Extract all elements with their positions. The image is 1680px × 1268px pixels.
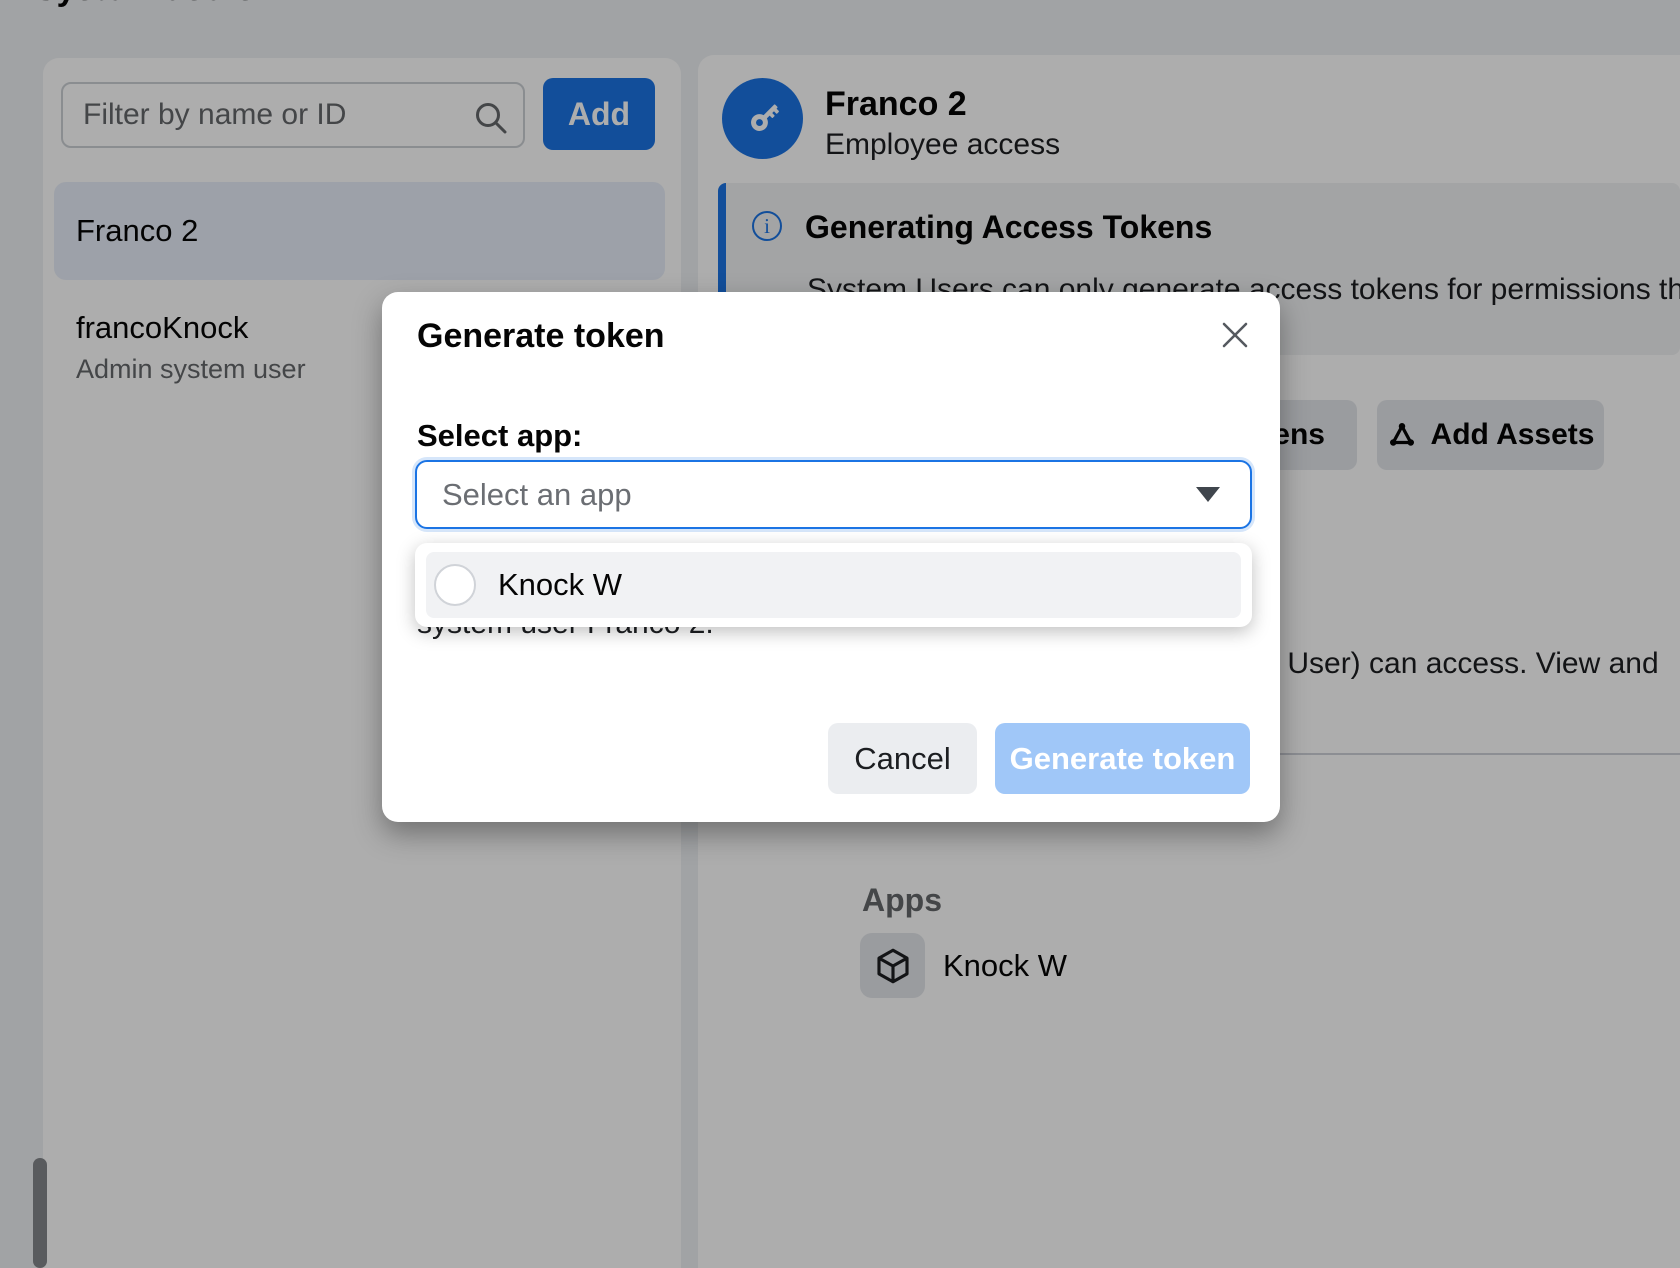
app-option-knock-w[interactable]: Knock W (426, 552, 1241, 618)
radio-unselected-icon[interactable] (434, 564, 476, 606)
select-placeholder: Select an app (442, 477, 1196, 513)
app-option-label: Knock W (498, 567, 622, 603)
cancel-button[interactable]: Cancel (828, 723, 977, 794)
generate-token-button[interactable]: Generate token (995, 723, 1250, 794)
chevron-down-icon (1196, 487, 1220, 502)
modal-title: Generate token (417, 316, 665, 356)
generate-token-modal: Generate token Select app: Select an app… (382, 292, 1280, 822)
select-app-label: Select app: (417, 418, 582, 454)
app-select-menu: Knock W (415, 543, 1252, 627)
app-select-dropdown[interactable]: Select an app (415, 460, 1252, 529)
close-icon[interactable] (1218, 318, 1252, 352)
screen: System users Add Franco 2 francoKnock Ad… (0, 0, 1680, 1268)
